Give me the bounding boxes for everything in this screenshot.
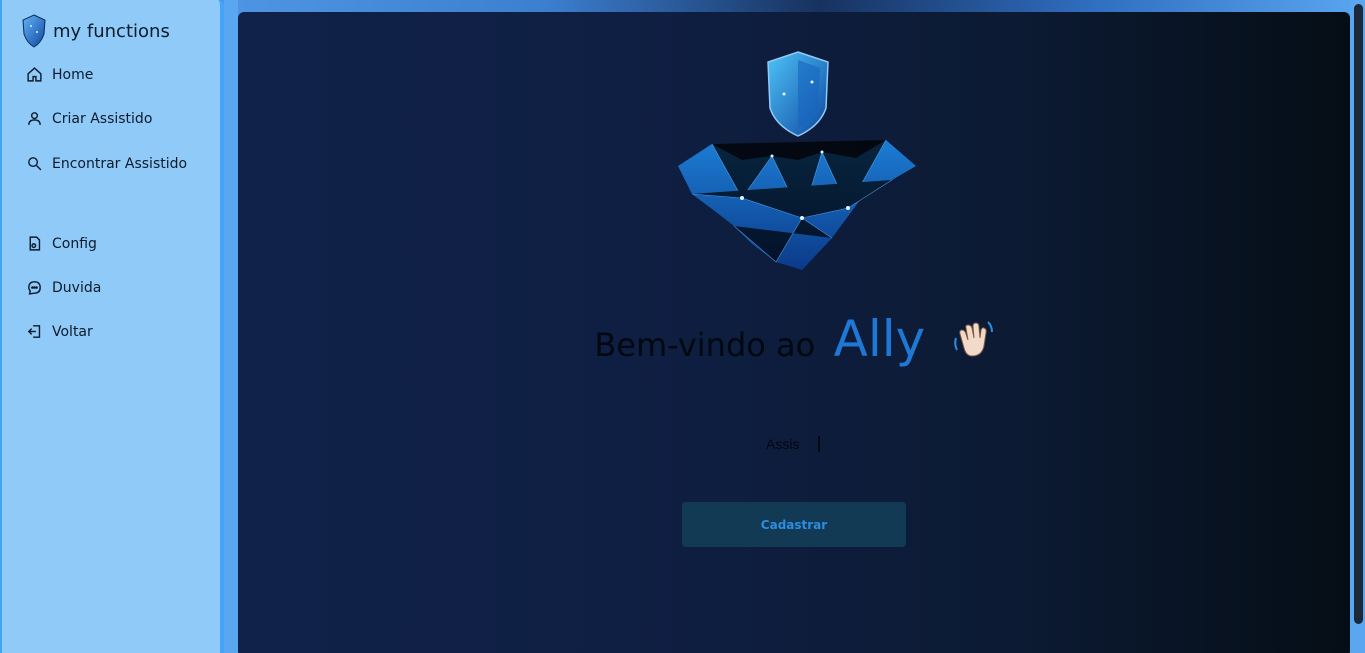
welcome-heading: Bem-vindo ao Ally xyxy=(238,310,1350,368)
brand[interactable]: my functions xyxy=(22,14,170,48)
brand-title: my functions xyxy=(53,20,170,42)
welcome-text: Bem-vindo ao xyxy=(594,326,816,364)
sidebar-item-home[interactable]: Home xyxy=(26,66,93,83)
sidebar-item-label: Duvida xyxy=(52,279,102,296)
config-icon xyxy=(29,236,41,251)
sidebar: my functions Home Criar Assistido Encont… xyxy=(0,0,224,653)
sidebar-item-config[interactable]: Config xyxy=(26,235,97,252)
typed-text: Assis xyxy=(766,436,800,452)
logout-icon xyxy=(27,325,41,338)
home-icon xyxy=(27,67,42,82)
typing-cursor xyxy=(818,436,820,452)
sidebar-item-label: Encontrar Assistido xyxy=(52,155,188,172)
user-icon xyxy=(28,112,41,125)
search-icon xyxy=(28,157,42,171)
waving-hand-icon xyxy=(953,321,993,357)
sidebar-item-label: Config xyxy=(52,235,97,252)
sidebar-item-encontrar-assistido[interactable]: Encontrar Assistido xyxy=(26,155,187,172)
sidebar-item-criar-assistido[interactable]: Criar Assistido xyxy=(26,110,152,127)
shield-handshake-illustration xyxy=(678,51,916,270)
sidebar-item-label: Voltar xyxy=(52,323,93,340)
scrollbar[interactable] xyxy=(1354,4,1363,624)
main-panel: Bem-vindo ao Ally Assis Cadastrar xyxy=(238,12,1350,653)
sidebar-item-voltar[interactable]: Voltar xyxy=(26,323,93,340)
sidebar-item-label: Criar Assistido xyxy=(52,110,153,127)
sidebar-gutter xyxy=(224,0,238,653)
chat-icon xyxy=(28,281,41,295)
shield-logo-icon xyxy=(22,14,46,48)
brand-name: Ally xyxy=(833,310,926,368)
sidebar-item-label: Home xyxy=(52,66,94,83)
sidebar-item-duvida[interactable]: Duvida xyxy=(26,279,101,296)
cadastrar-button[interactable]: Cadastrar xyxy=(682,502,906,547)
